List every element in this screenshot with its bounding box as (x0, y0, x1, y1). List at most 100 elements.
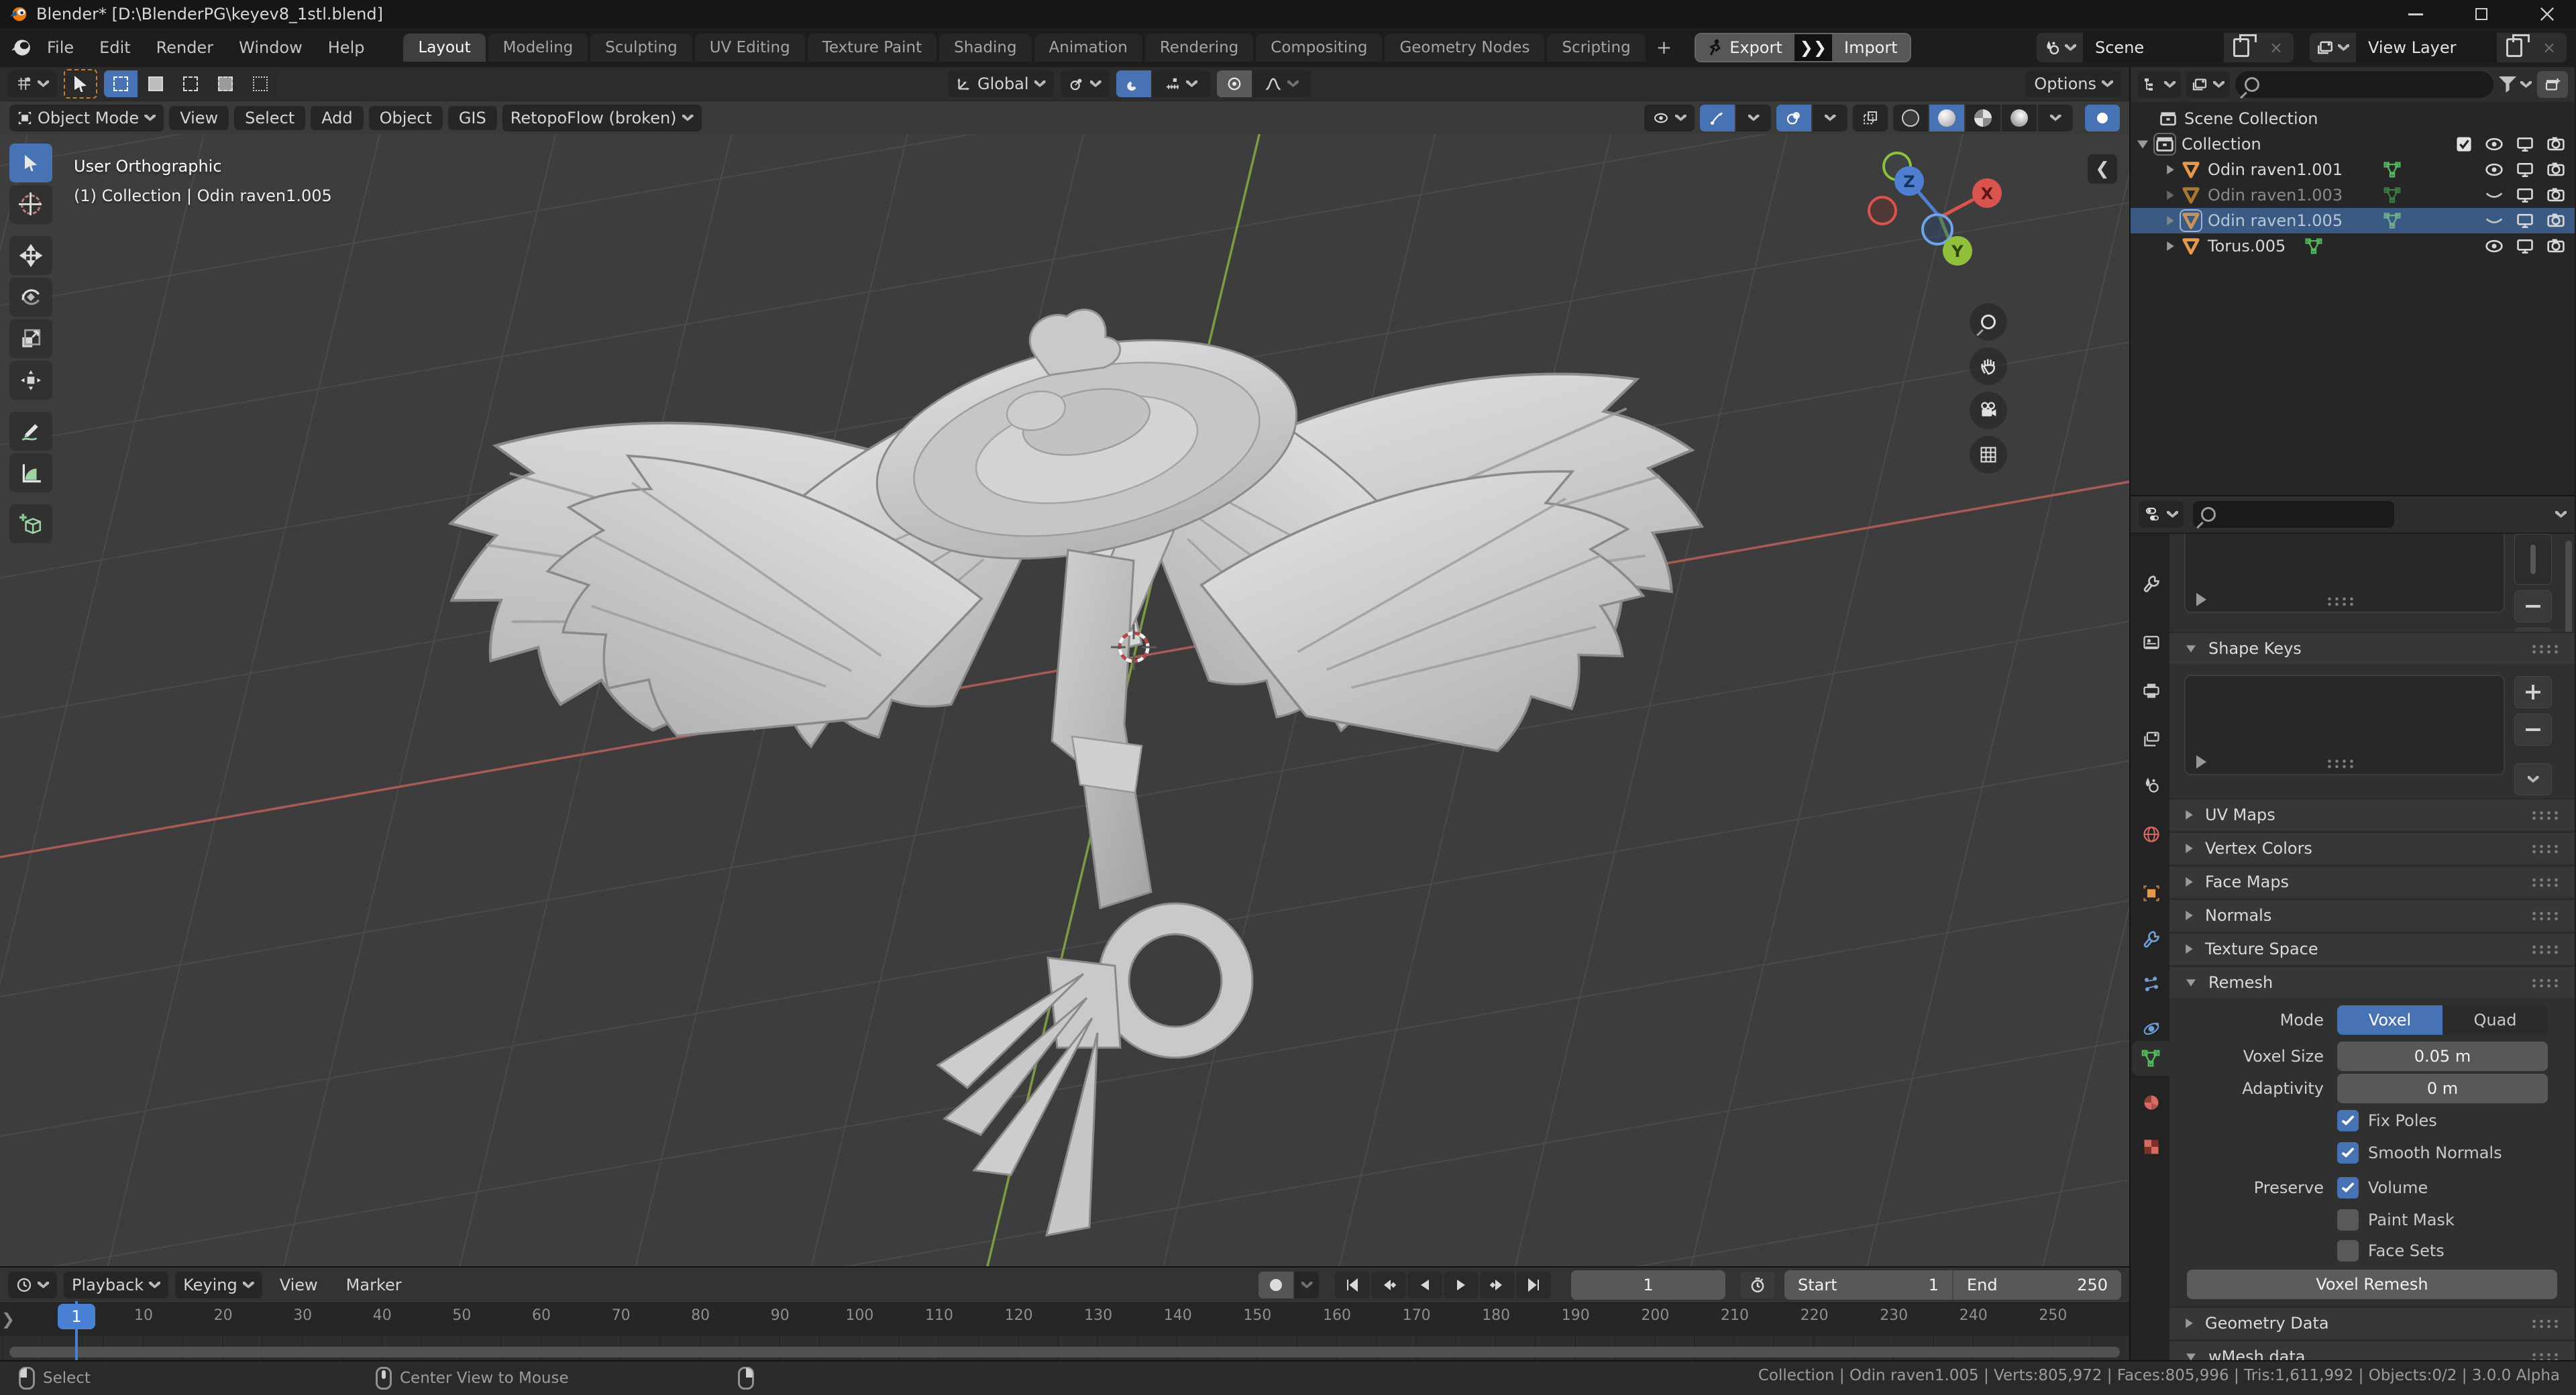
tool-transform[interactable] (9, 361, 52, 400)
vertex-groups-list[interactable] (2184, 534, 2505, 613)
outliner-display-mode-button[interactable] (2137, 71, 2181, 98)
adaptivity-field[interactable]: 0 m (2337, 1074, 2548, 1103)
close-button[interactable] (2518, 0, 2576, 28)
menu-render[interactable]: Render (146, 34, 224, 61)
panel-grip[interactable] (2530, 977, 2560, 988)
show-overlays-toggle[interactable] (1776, 104, 1811, 131)
timeline-marker-menu[interactable]: Marker (335, 1273, 413, 1297)
panel-shape-keys[interactable]: Shape Keys (2169, 632, 2575, 664)
outliner-row-odin-raven1-001[interactable]: Odin raven1.001 (2131, 157, 2575, 182)
tab-output[interactable] (2133, 673, 2169, 708)
scene-unlink-button[interactable]: × (2259, 33, 2294, 62)
sidebar-collapse-arrow[interactable]: ❮ (2088, 154, 2117, 184)
paint-mask-checkbox[interactable] (2337, 1209, 2359, 1231)
outliner-row-torus-005[interactable]: Torus.005 (2131, 233, 2575, 259)
auto-keying-toggle[interactable] (1258, 1272, 1293, 1298)
import-button[interactable]: Import (1831, 34, 1910, 61)
fix-poles-checkbox[interactable] (2337, 1110, 2359, 1131)
outliner-row-odin-raven1-003[interactable]: Odin raven1.003 (2131, 182, 2575, 208)
expand-arrow-icon[interactable] (2167, 190, 2174, 200)
scene-browse-button[interactable] (2037, 33, 2083, 62)
tab-render[interactable] (2133, 625, 2169, 660)
outliner-row-collection[interactable]: Collection (2131, 131, 2575, 157)
keying-menu[interactable]: Keying (175, 1272, 262, 1298)
remesh-mode-quad[interactable]: Quad (2443, 1005, 2548, 1035)
tab-modifiers[interactable] (2133, 922, 2169, 956)
eye-closed-icon[interactable] (2485, 186, 2504, 205)
panel-grip[interactable] (2530, 944, 2560, 954)
menu-add[interactable]: Add (311, 105, 364, 130)
tab-uv-editing[interactable]: UV Editing (694, 34, 805, 62)
screen-icon[interactable] (2516, 186, 2534, 205)
tab-particles[interactable] (2133, 967, 2169, 1002)
gizmo-settings-dropdown[interactable] (1736, 104, 1771, 131)
menu-gis[interactable]: GIS (447, 105, 497, 130)
select-box-new-button[interactable] (104, 70, 138, 97)
panel-uv-maps[interactable]: UV Maps (2169, 798, 2575, 830)
tab-animation[interactable]: Animation (1034, 34, 1142, 62)
panel-grip[interactable] (2530, 843, 2560, 854)
tab-world[interactable] (2133, 817, 2169, 852)
snap-toggle[interactable] (1116, 70, 1151, 97)
panel-texture-space[interactable]: Texture Space (2169, 932, 2575, 964)
panel-grip[interactable] (2530, 1318, 2560, 1329)
viewport-3d[interactable]: User Orthographic (1) Collection | Odin … (0, 134, 2129, 1266)
tab-scene[interactable] (2133, 767, 2169, 802)
tool-add-cube[interactable] (9, 504, 52, 543)
pivot-point-dropdown[interactable] (1060, 70, 1110, 97)
eye-closed-icon[interactable] (2485, 211, 2504, 230)
list-resize-grip[interactable] (2325, 596, 2355, 606)
scene-new-button[interactable] (2224, 33, 2259, 62)
tab-tool[interactable] (2133, 566, 2169, 601)
current-frame-field[interactable]: 1 (1571, 1270, 1725, 1300)
zoom-button[interactable] (1970, 303, 2007, 341)
remove-item-button[interactable] (2514, 590, 2552, 622)
maximize-button[interactable] (2453, 0, 2510, 28)
panel-grip[interactable] (2530, 810, 2560, 820)
tab-sculpting[interactable]: Sculpting (590, 34, 692, 62)
view-layer-browse-button[interactable] (2310, 33, 2356, 62)
frame-end-field[interactable]: End 250 (1953, 1270, 2121, 1300)
camera-icon[interactable] (2546, 211, 2565, 230)
gizmo-axis-neg-z[interactable] (1921, 213, 1953, 245)
outliner-row-scene-collection[interactable]: Scene Collection (2131, 106, 2575, 131)
screen-icon[interactable] (2516, 135, 2534, 154)
panel-geometry-data[interactable]: Geometry Data (2169, 1306, 2575, 1339)
export-button[interactable]: Export (1696, 34, 1794, 61)
voxel-size-field[interactable]: 0.05 m (2337, 1042, 2548, 1071)
viewport-record-toggle[interactable] (2085, 104, 2120, 131)
panel-vertex-colors[interactable]: Vertex Colors (2169, 832, 2575, 864)
camera-view-button[interactable] (1970, 392, 2007, 429)
active-tool-tweak-button[interactable] (64, 69, 97, 99)
tab-scripting[interactable]: Scripting (1547, 34, 1646, 62)
shading-material-button[interactable] (1966, 104, 2000, 131)
list-expand-arrow[interactable] (2196, 593, 2206, 606)
overlays-settings-dropdown[interactable] (1813, 104, 1847, 131)
show-gizmo-toggle[interactable] (1700, 104, 1735, 131)
outliner-filter-type-button[interactable] (2186, 71, 2230, 98)
pan-button[interactable] (1970, 347, 2007, 385)
voxel-remesh-button[interactable]: Voxel Remesh (2187, 1270, 2557, 1299)
eye-icon[interactable] (2485, 160, 2504, 179)
tab-object-data[interactable] (2132, 1041, 2169, 1076)
menu-window[interactable]: Window (228, 34, 313, 61)
current-frame-badge[interactable]: 1 (58, 1304, 95, 1329)
view-layer-name[interactable]: View Layer (2356, 33, 2497, 62)
editor-type-button[interactable] (8, 70, 57, 97)
shading-rendered-button[interactable] (2002, 104, 2037, 131)
tool-scale[interactable] (9, 319, 52, 358)
panel-grip[interactable] (2530, 643, 2560, 654)
view-layer-remove-button[interactable]: × (2532, 33, 2567, 62)
timeline-scrollbar[interactable] (9, 1347, 2120, 1357)
remesh-mode-voxel[interactable]: Voxel (2337, 1005, 2443, 1035)
camera-icon[interactable] (2546, 237, 2565, 256)
tab-view-layer[interactable] (2133, 722, 2169, 757)
proportional-editing-toggle[interactable] (1216, 70, 1252, 97)
outliner-filter-dropdown[interactable] (2499, 76, 2532, 93)
retopoflow-menu[interactable]: RetopoFlow (broken) (502, 104, 702, 131)
scene-name[interactable]: Scene (2083, 33, 2224, 62)
list-scrollbar[interactable] (2514, 534, 2552, 585)
eye-icon[interactable] (2485, 237, 2504, 256)
new-collection-button[interactable] (2537, 71, 2568, 98)
panel-face-maps[interactable]: Face Maps (2169, 865, 2575, 897)
